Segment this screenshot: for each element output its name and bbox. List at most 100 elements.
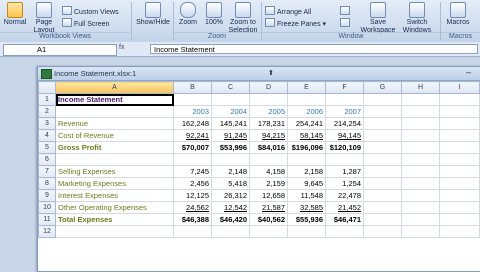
cell[interactable] bbox=[325, 93, 364, 106]
cell[interactable] bbox=[211, 93, 250, 106]
row-header[interactable]: 1 bbox=[38, 93, 56, 106]
cell[interactable]: 92,241 bbox=[173, 129, 212, 142]
name-box[interactable]: A1 bbox=[3, 44, 117, 56]
cell[interactable]: $40,562 bbox=[249, 213, 288, 226]
cell[interactable] bbox=[211, 153, 250, 166]
cell[interactable]: $46,420 bbox=[211, 213, 250, 226]
cell[interactable] bbox=[173, 93, 212, 106]
cell[interactable]: 32,585 bbox=[287, 201, 326, 214]
cell[interactable]: $70,007 bbox=[173, 141, 212, 154]
cell[interactable] bbox=[439, 213, 480, 226]
cell[interactable]: 145,241 bbox=[211, 117, 250, 130]
column-header-d[interactable]: D bbox=[249, 81, 288, 94]
cell[interactable]: 2,158 bbox=[287, 165, 326, 178]
row-header[interactable]: 9 bbox=[38, 189, 56, 202]
cell[interactable]: 2,456 bbox=[173, 177, 212, 190]
cell[interactable] bbox=[249, 225, 288, 238]
cell[interactable] bbox=[439, 141, 480, 154]
cell[interactable]: 26,312 bbox=[211, 189, 250, 202]
cell[interactable] bbox=[401, 189, 440, 202]
cell[interactable] bbox=[249, 93, 288, 106]
window-hide-button[interactable] bbox=[340, 18, 352, 28]
cell[interactable] bbox=[439, 105, 480, 118]
cell-label[interactable]: Interest Expenses bbox=[55, 189, 174, 202]
cell[interactable]: 2006 bbox=[287, 105, 326, 118]
cell[interactable] bbox=[401, 165, 440, 178]
cell[interactable]: $55,936 bbox=[287, 213, 326, 226]
cell[interactable]: 2005 bbox=[249, 105, 288, 118]
cell[interactable]: 2,148 bbox=[211, 165, 250, 178]
minimize-icon[interactable]: – bbox=[466, 67, 471, 77]
cell-label[interactable] bbox=[55, 225, 174, 238]
cell[interactable]: 9,645 bbox=[287, 177, 326, 190]
cell[interactable] bbox=[249, 153, 288, 166]
column-header-e[interactable]: E bbox=[287, 81, 326, 94]
cell[interactable] bbox=[363, 213, 402, 226]
macros-button[interactable]: Macros bbox=[443, 1, 473, 27]
cell[interactable] bbox=[287, 225, 326, 238]
column-header-f[interactable]: F bbox=[325, 81, 364, 94]
cell[interactable] bbox=[363, 105, 402, 118]
cell[interactable] bbox=[173, 153, 212, 166]
row-header[interactable]: 5 bbox=[38, 141, 56, 154]
cell[interactable] bbox=[439, 177, 480, 190]
cell[interactable]: 254,241 bbox=[287, 117, 326, 130]
cell[interactable]: 21,452 bbox=[325, 201, 364, 214]
cell[interactable]: 7,245 bbox=[173, 165, 212, 178]
formula-input[interactable]: Income Statement bbox=[150, 44, 478, 54]
cell[interactable]: 5,418 bbox=[211, 177, 250, 190]
cell[interactable] bbox=[439, 153, 480, 166]
cell[interactable]: $120,109 bbox=[325, 141, 364, 154]
cell-label[interactable]: Other Operating Expenses bbox=[55, 201, 174, 214]
cell[interactable]: 2003 bbox=[173, 105, 212, 118]
cell-label[interactable]: Selling Expenses bbox=[55, 165, 174, 178]
cell-label[interactable] bbox=[55, 153, 174, 166]
cell[interactable] bbox=[363, 177, 402, 190]
cell[interactable] bbox=[401, 225, 440, 238]
cell[interactable]: $46,388 bbox=[173, 213, 212, 226]
column-header-c[interactable]: C bbox=[211, 81, 250, 94]
row-header[interactable]: 11 bbox=[38, 213, 56, 226]
switch-windows-button[interactable]: Switch Windows bbox=[398, 1, 436, 35]
cell[interactable] bbox=[439, 117, 480, 130]
row-header[interactable]: 10 bbox=[38, 201, 56, 214]
cell[interactable]: 2,159 bbox=[249, 177, 288, 190]
cell[interactable] bbox=[363, 225, 402, 238]
show-hide-button[interactable]: Show/Hide bbox=[135, 1, 171, 27]
cell[interactable] bbox=[173, 225, 212, 238]
column-header-b[interactable]: B bbox=[173, 81, 212, 94]
select-all-corner[interactable] bbox=[38, 81, 56, 94]
cell-label[interactable] bbox=[55, 105, 174, 118]
cell-label[interactable]: Income Statement bbox=[55, 93, 174, 106]
cell[interactable] bbox=[401, 93, 440, 106]
cell[interactable]: 214,254 bbox=[325, 117, 364, 130]
cell[interactable] bbox=[439, 189, 480, 202]
cell[interactable]: 91,245 bbox=[211, 129, 250, 142]
cell[interactable]: 1,287 bbox=[325, 165, 364, 178]
save-workspace-button[interactable]: Save Workspace bbox=[360, 1, 396, 35]
cell[interactable] bbox=[363, 117, 402, 130]
zoom-to-selection-button[interactable]: Zoom to Selection bbox=[228, 1, 258, 35]
cell[interactable]: 22,478 bbox=[325, 189, 364, 202]
cell[interactable]: $46,471 bbox=[325, 213, 364, 226]
cell[interactable] bbox=[287, 93, 326, 106]
zoom-button[interactable]: Zoom bbox=[176, 1, 200, 27]
cell[interactable] bbox=[439, 129, 480, 142]
cell[interactable] bbox=[363, 129, 402, 142]
window-split-button[interactable] bbox=[340, 6, 352, 16]
cell-label[interactable]: Gross Profit bbox=[55, 141, 174, 154]
freeze-panes-button[interactable]: Freeze Panes ▾ bbox=[265, 18, 326, 28]
cell[interactable] bbox=[401, 213, 440, 226]
workbook-title-bar[interactable]: Income Statement.xlsx:1 ⬆ – bbox=[38, 67, 480, 81]
column-header-h[interactable]: H bbox=[401, 81, 440, 94]
cell[interactable] bbox=[325, 153, 364, 166]
cell[interactable] bbox=[363, 165, 402, 178]
cell[interactable] bbox=[439, 225, 480, 238]
cell[interactable] bbox=[363, 141, 402, 154]
row-header[interactable]: 8 bbox=[38, 177, 56, 190]
cell[interactable]: 4,158 bbox=[249, 165, 288, 178]
cell[interactable] bbox=[325, 225, 364, 238]
cell[interactable] bbox=[401, 201, 440, 214]
arrange-all-button[interactable]: Arrange All bbox=[265, 6, 311, 16]
column-header-a[interactable]: A bbox=[55, 81, 174, 94]
